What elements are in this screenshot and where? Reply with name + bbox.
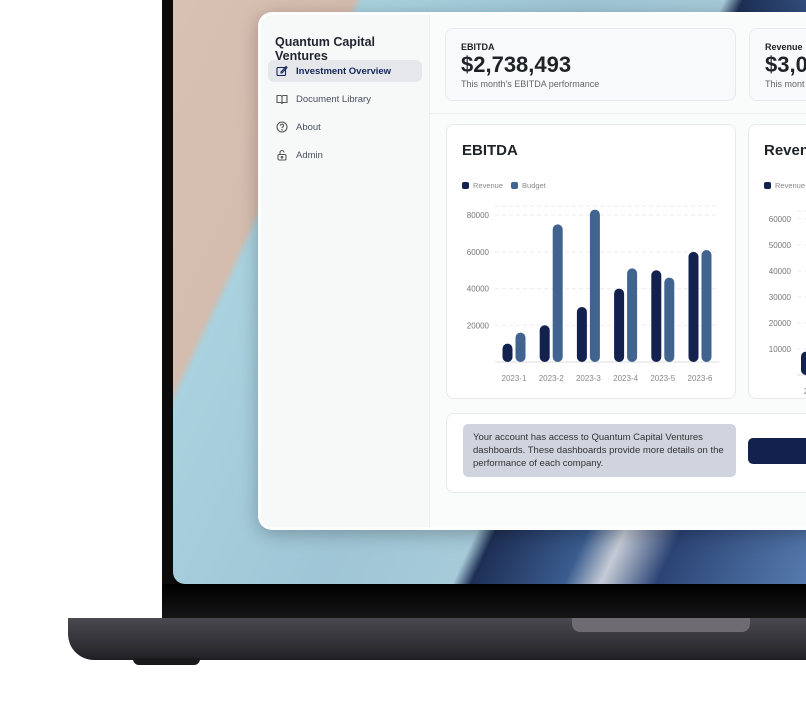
y-tick-label: 20000 bbox=[467, 321, 490, 330]
chart-card-revenue: Reven Revenue 10000 20000 30000 40000 50000 6… bbox=[748, 124, 806, 399]
y-tick-label: 80000 bbox=[467, 211, 490, 220]
revenue-bar-chart: 1000020000300004000050000600002 bbox=[769, 210, 806, 396]
bar-budget-2023-5 bbox=[664, 277, 675, 362]
access-info-message: Your account has access to Quantum Capit… bbox=[463, 424, 736, 477]
sidebar-item-document-library[interactable]: Document Library bbox=[268, 88, 422, 110]
x-tick-label: 2023-2 bbox=[539, 374, 564, 383]
y-tick-label: 10000 bbox=[769, 345, 792, 354]
bar-revenue-2023-5 bbox=[651, 270, 662, 362]
x-tick-label: 2023-5 bbox=[650, 374, 675, 383]
bar-budget-2023-1 bbox=[515, 332, 526, 362]
laptop-bezel bbox=[162, 584, 806, 618]
kpi-card-revenue: Revenue $3,0 This mont bbox=[749, 28, 806, 101]
bar-revenue-2 bbox=[801, 351, 806, 375]
chart-card-ebitda: EBITDA Revenue Budget 20000 40000 60000 800… bbox=[446, 124, 736, 399]
bar-revenue-2023-6 bbox=[688, 251, 699, 362]
sidebar-item-investment-overview[interactable]: Investment Overview bbox=[268, 60, 422, 82]
bar-revenue-2023-3 bbox=[576, 306, 587, 362]
sidebar-item-label: About bbox=[296, 121, 321, 133]
y-tick-label: 60000 bbox=[467, 248, 490, 257]
laptop-notch bbox=[572, 618, 750, 632]
book-icon bbox=[276, 94, 288, 105]
y-tick-label: 50000 bbox=[769, 241, 792, 250]
x-tick-label: 2023-3 bbox=[576, 374, 601, 383]
x-tick-label: 2023-6 bbox=[688, 374, 713, 383]
app-window: Quantum Capital Ventures Investment Over… bbox=[258, 12, 806, 530]
info-card: Your account has access to Quantum Capit… bbox=[446, 413, 806, 493]
kpi-card-ebitda: EBITDA $2,738,493 This month's EBITDA pe… bbox=[445, 28, 736, 101]
ebitda-bar-chart: 20000 40000 60000 80000 2023-1 2023-2 2023-3 20… bbox=[467, 205, 719, 383]
sidebar-item-about[interactable]: About bbox=[268, 116, 422, 138]
y-tick-label: 40000 bbox=[467, 285, 490, 294]
y-tick-label: 30000 bbox=[769, 293, 792, 302]
x-tick-label: 2023-1 bbox=[502, 374, 527, 383]
y-tick-label: 20000 bbox=[769, 319, 792, 328]
bar-revenue-2023-4 bbox=[614, 288, 625, 362]
brand-name: Quantum Capital Ventures bbox=[275, 35, 376, 63]
sidebar-item-admin[interactable]: Admin bbox=[268, 144, 422, 166]
y-tick-label: 40000 bbox=[769, 267, 792, 276]
edit-icon bbox=[276, 65, 288, 77]
bar-budget-2023-6 bbox=[701, 250, 712, 362]
kpi-label: Revenue bbox=[765, 42, 803, 52]
bar-budget-2023-4 bbox=[627, 268, 638, 362]
kpi-value: $3,0 bbox=[765, 52, 806, 77]
bar-revenue-2023-2 bbox=[539, 325, 550, 362]
sidebar-item-label: Investment Overview bbox=[296, 65, 392, 77]
laptop-foot bbox=[133, 658, 200, 665]
sidebar: Quantum Capital Ventures Investment Over… bbox=[261, 15, 430, 527]
divider bbox=[429, 113, 806, 114]
bar-budget-2023-2 bbox=[552, 224, 563, 362]
unlock-icon bbox=[277, 149, 287, 161]
primary-action-button[interactable] bbox=[748, 438, 806, 464]
kpi-label: EBITDA bbox=[461, 42, 495, 52]
sidebar-item-label: Admin bbox=[296, 149, 323, 161]
kpi-subtitle: This month's EBITDA performance bbox=[461, 79, 600, 89]
bar-revenue-2023-1 bbox=[502, 343, 513, 362]
kpi-subtitle: This mont bbox=[765, 79, 805, 89]
sidebar-item-label: Document Library bbox=[296, 93, 371, 105]
x-tick-label: 2023-4 bbox=[613, 374, 638, 383]
kpi-value: $2,738,493 bbox=[461, 52, 572, 77]
bar-budget-2023-3 bbox=[589, 209, 600, 362]
help-circle-icon bbox=[276, 121, 288, 133]
y-tick-label: 60000 bbox=[769, 215, 792, 224]
